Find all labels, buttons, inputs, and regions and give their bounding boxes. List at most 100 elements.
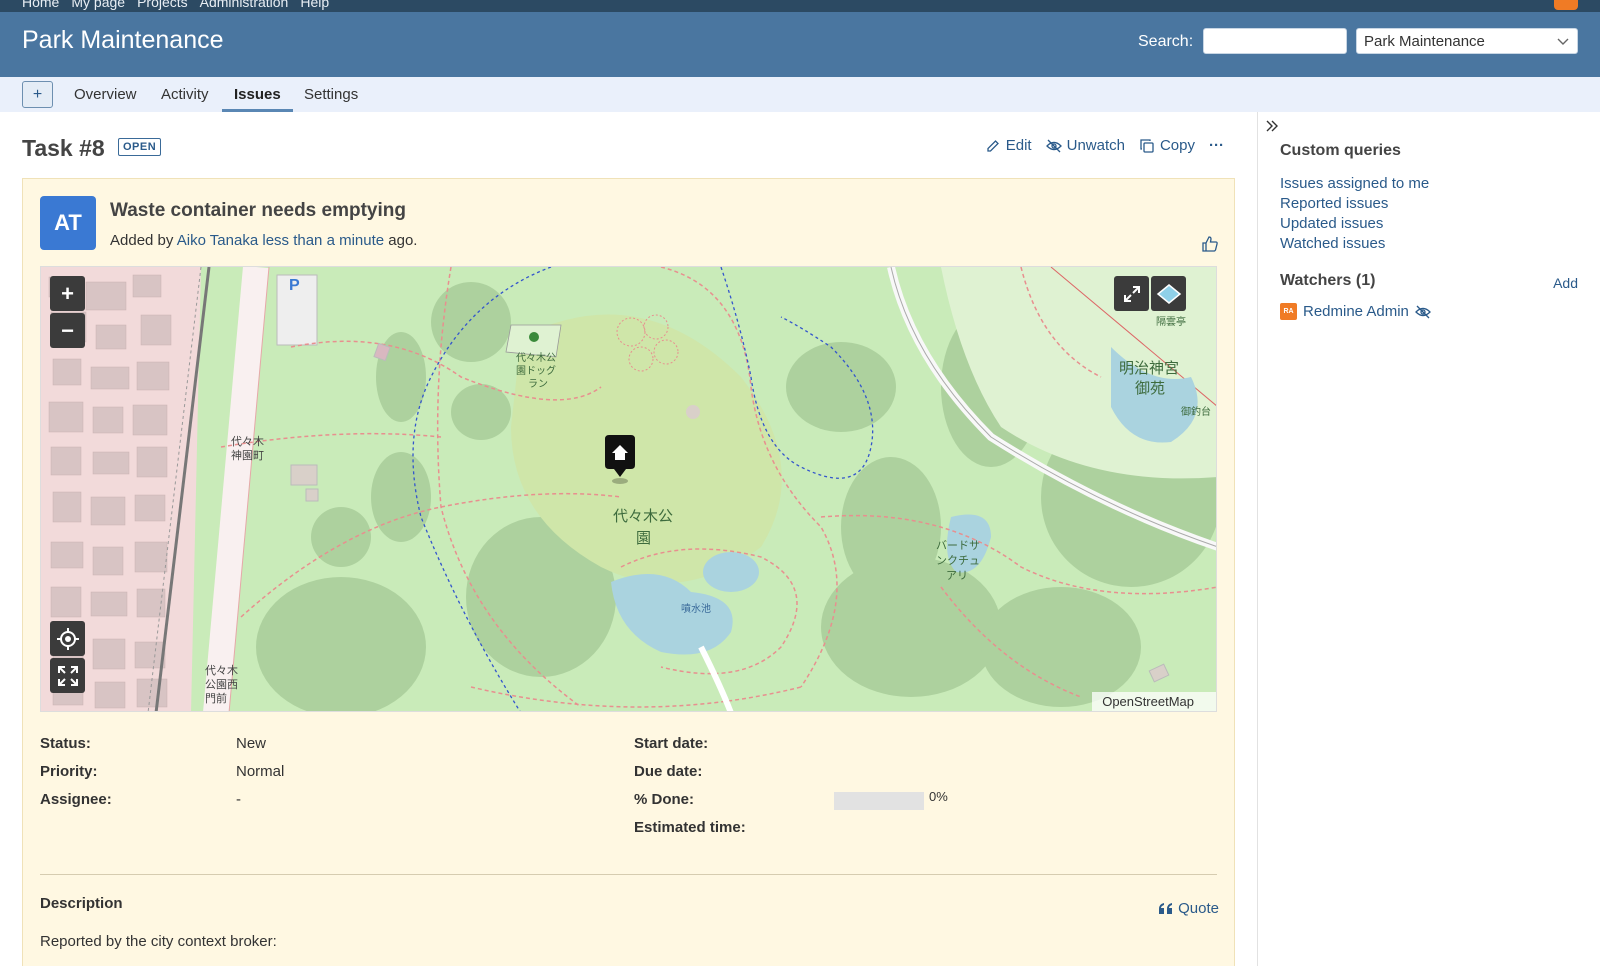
thumbs-up-icon[interactable] [1201,235,1219,253]
tab-activity[interactable]: Activity [149,77,221,112]
map-label-fishing: 御釣台 [1181,407,1211,418]
zoom-out-button[interactable]: − [50,313,85,348]
map-marker-icon[interactable] [601,435,639,485]
map-label-station-2: 神園町 [231,450,264,462]
description-label: Description [40,895,123,912]
project-select-value: Park Maintenance [1364,32,1485,50]
query-reported-issues[interactable]: Reported issues [1280,195,1388,212]
tab-overview[interactable]: Overview [62,77,149,112]
project-title[interactable]: Park Maintenance [22,26,224,55]
map-label-bird-2: ンクチュ [936,555,980,567]
map-label-park-2: 園 [636,530,652,547]
map-label-park: 代々木公 [613,508,674,525]
layers-button[interactable] [1151,276,1186,311]
custom-queries-title: Custom queries [1280,142,1401,159]
attr-done: % Done: 0% [40,789,1040,813]
status-badge: OPEN [118,138,162,156]
more-icon[interactable]: ··· [1209,137,1224,154]
map-label-shrine-2: 御苑 [1135,380,1166,397]
edit-icon [987,139,999,152]
fit-bounds-button[interactable] [50,658,85,693]
watcher-item: RA Redmine Admin [1280,303,1431,320]
map-label-bird-1: バードサ [936,540,980,552]
fullscreen-button[interactable] [1114,276,1149,311]
watchers-title: Watchers (1) [1280,272,1376,289]
quote-icon [1159,902,1173,914]
unwatch-label: Unwatch [1066,137,1125,154]
author-link[interactable]: Aiko Tanaka [177,232,258,249]
top-menu: Home My page Projects Administration Hel… [0,0,1600,12]
issue-box: AT Waste container needs emptying Added … [22,178,1235,966]
added-by-prefix: Added by [110,232,174,249]
issue-title: Task #8 [22,135,105,161]
top-menu-items: Home My page Projects Administration Hel… [22,0,329,10]
attr-estimated-time-label: Estimated time: [634,819,746,836]
watcher-avatar: RA [1280,303,1297,320]
attr-done-value: 0% [929,789,948,804]
quote-button[interactable]: Quote [1159,900,1219,917]
tab-settings[interactable]: Settings [292,77,370,112]
attr-status-value: New [236,735,267,752]
tab-issues[interactable]: Issues [222,77,293,112]
divider [40,874,1217,875]
expand-icon [57,665,78,686]
attr-priority-label: Priority: [40,763,98,780]
search-label: Search: [1138,33,1194,50]
query-assigned-to-me[interactable]: Issues assigned to me [1280,175,1429,192]
main-menu: + Overview Activity Issues Settings [0,77,1600,112]
user-avatar[interactable] [1554,0,1578,10]
quote-label: Quote [1178,900,1219,917]
top-menu-help[interactable]: Help [300,0,329,10]
add-watcher-link[interactable]: Add [1553,275,1578,291]
description-text: Reported by the city context broker: [40,933,277,950]
top-menu-my-page[interactable]: My page [71,0,125,10]
locate-icon [56,627,79,650]
map-tiles [41,267,1216,711]
map-label-parking: P [289,277,300,294]
query-updated-issues[interactable]: Updated issues [1280,215,1383,232]
map-label-pond: 噴水池 [681,604,711,615]
attr-due-date-label: Due date: [634,763,703,780]
sidebar: Custom queries Issues assigned to me Rep… [1257,112,1600,966]
zoom-in-button[interactable]: + [50,276,85,311]
unwatch-icon [1045,139,1062,152]
top-menu-home[interactable]: Home [22,0,59,10]
copy-label: Copy [1159,137,1195,154]
copy-button[interactable]: Copy [1139,137,1195,154]
map-label-gate-3: 門前 [205,693,227,705]
map-label-shrine-1: 明治神宮 [1119,360,1180,377]
attr-priority-value: Normal [236,763,285,780]
map-label-dogrun-3: ラン [528,379,548,390]
query-watched-issues[interactable]: Watched issues [1280,235,1385,252]
unwatch-button[interactable]: Unwatch [1045,137,1125,154]
time-link[interactable]: less than a minute [262,232,384,249]
attr-done-label: % Done: [634,791,694,808]
top-menu-projects[interactable]: Projects [137,0,188,10]
chevron-down-icon [1557,38,1569,45]
added-by-suffix: ago. [388,232,418,249]
new-object-button[interactable]: + [22,81,53,108]
fullscreen-icon [1123,285,1140,302]
layers-icon [1156,283,1181,304]
map-label-tea: 隔雲亭 [1156,317,1186,328]
map[interactable]: 代々木公 園 代々木公 園ドッグ ラン 明治神宮 御苑 隔雲亭 御釣台 バードサ… [40,266,1217,712]
issue-subject: Waste container needs emptying [110,200,406,221]
header: Park Maintenance Search: Park Maintenanc… [0,12,1600,77]
map-attribution[interactable]: OpenStreetMap [1092,692,1216,711]
edit-button[interactable]: Edit [985,137,1032,154]
issue-actions: Edit Unwatch Copy ··· [985,137,1224,154]
attr-start-date-label: Start date: [634,735,709,752]
watcher-name-link[interactable]: Redmine Admin [1303,303,1409,320]
unwatch-small-icon[interactable] [1414,304,1431,320]
attr-status-label: Status: [40,735,91,752]
map-label-bird-3: アリ [946,570,968,582]
copy-icon [1140,138,1154,153]
avatar: AT [40,196,96,250]
sidebar-toggle-icon[interactable] [1264,118,1280,134]
locate-button[interactable] [50,621,85,656]
progress-bar [834,792,924,810]
project-jump-select[interactable]: Park Maintenance [1356,28,1578,54]
top-menu-administration[interactable]: Administration [200,0,289,10]
search-input[interactable] [1203,28,1347,54]
content: Task #8 OPEN Edit Unwatch Copy ··· AT Wa… [0,112,1257,966]
